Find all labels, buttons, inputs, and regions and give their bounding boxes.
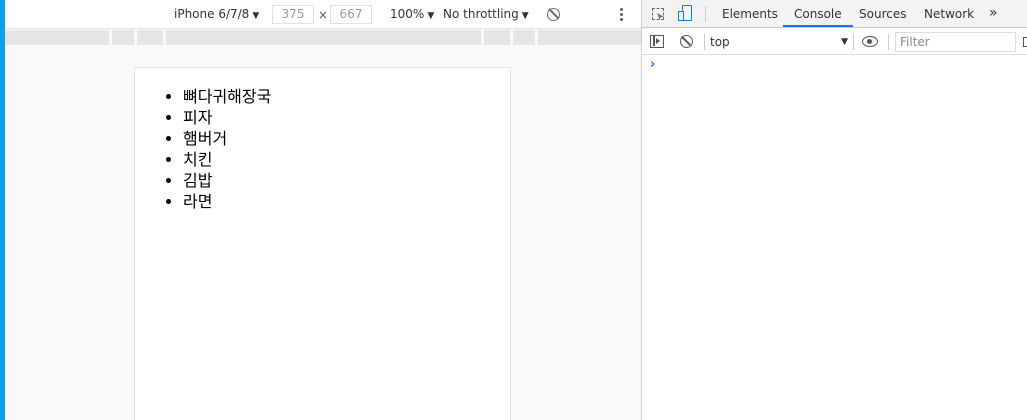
zoom-select[interactable]: 100% ▼: [390, 0, 434, 29]
overflow-icon[interactable]: [1023, 37, 1027, 47]
tab-network[interactable]: Network: [924, 0, 974, 27]
media-query-ruler: [5, 29, 641, 45]
dimension-separator: ×: [318, 8, 329, 22]
tab-console[interactable]: Console: [783, 0, 853, 27]
devtools-tab-bar: Elements Console Sources Network »: [642, 0, 1027, 28]
list-item: 김밥: [183, 170, 271, 191]
chevron-down-icon: ▼: [427, 11, 435, 21]
zoom-value: 100%: [390, 7, 425, 21]
inspect-element-icon[interactable]: [652, 8, 664, 20]
rotate-icon[interactable]: [547, 8, 560, 21]
device-select[interactable]: iPhone 6/7/8 ▼: [174, 0, 259, 29]
toolbar-divider: [704, 34, 705, 50]
ruler-segment[interactable]: [112, 30, 134, 45]
console-sidebar-icon[interactable]: [650, 35, 664, 48]
chevron-down-icon: ▼: [252, 11, 260, 21]
food-list: 뼈다귀해장국 피자 햄버거 치킨 김밥 라면: [183, 86, 271, 212]
eye-icon[interactable]: [862, 36, 878, 47]
tab-sources[interactable]: Sources: [859, 0, 906, 27]
ruler-segment[interactable]: [513, 30, 535, 45]
ruler-segment[interactable]: [5, 30, 109, 45]
toolbar-divider: [853, 34, 854, 50]
devtools-panel: Elements Console Sources Network » top ▼…: [642, 0, 1027, 420]
device-viewport: 뼈다귀해장국 피자 햄버거 치킨 김밥 라면: [134, 67, 511, 420]
list-item: 햄버거: [183, 128, 271, 149]
device-emulation-pane: iPhone 6/7/8 ▼ 375 × 667 100% ▼ No throttl…: [5, 0, 641, 420]
list-item: 라면: [183, 191, 271, 212]
filter-input[interactable]: [895, 32, 1016, 52]
clear-console-icon[interactable]: [680, 35, 693, 48]
prompt-chevron-icon: ›: [650, 57, 656, 72]
chevron-down-icon: ▼: [841, 37, 848, 47]
list-item: 피자: [183, 107, 271, 128]
list-item: 치킨: [183, 149, 271, 170]
throttling-value: No throttling: [443, 7, 519, 21]
console-output[interactable]: ›: [642, 55, 1027, 420]
console-toolbar: top ▼: [642, 28, 1027, 55]
device-toggle-icon[interactable]: [678, 5, 693, 22]
chevron-down-icon: ▼: [521, 11, 529, 21]
context-value: top: [710, 35, 730, 49]
toolbar-divider: [705, 6, 706, 22]
ruler-segment[interactable]: [538, 30, 641, 45]
ruler-segment[interactable]: [137, 30, 163, 45]
more-tabs-icon[interactable]: »: [989, 0, 998, 28]
throttling-select[interactable]: No throttling ▼: [443, 0, 529, 29]
device-name: iPhone 6/7/8: [174, 7, 250, 21]
list-item: 뼈다귀해장국: [183, 86, 271, 107]
device-toolbar: iPhone 6/7/8 ▼ 375 × 667 100% ▼ No throttl…: [5, 0, 641, 29]
width-input[interactable]: 375: [272, 5, 314, 24]
context-select[interactable]: top ▼: [710, 32, 848, 52]
ruler-segment[interactable]: [166, 30, 481, 45]
ruler-segment[interactable]: [484, 30, 510, 45]
more-options-icon[interactable]: [619, 8, 623, 22]
toolbar-divider: [888, 34, 889, 50]
tab-elements[interactable]: Elements: [722, 0, 778, 27]
height-input[interactable]: 667: [330, 5, 372, 24]
